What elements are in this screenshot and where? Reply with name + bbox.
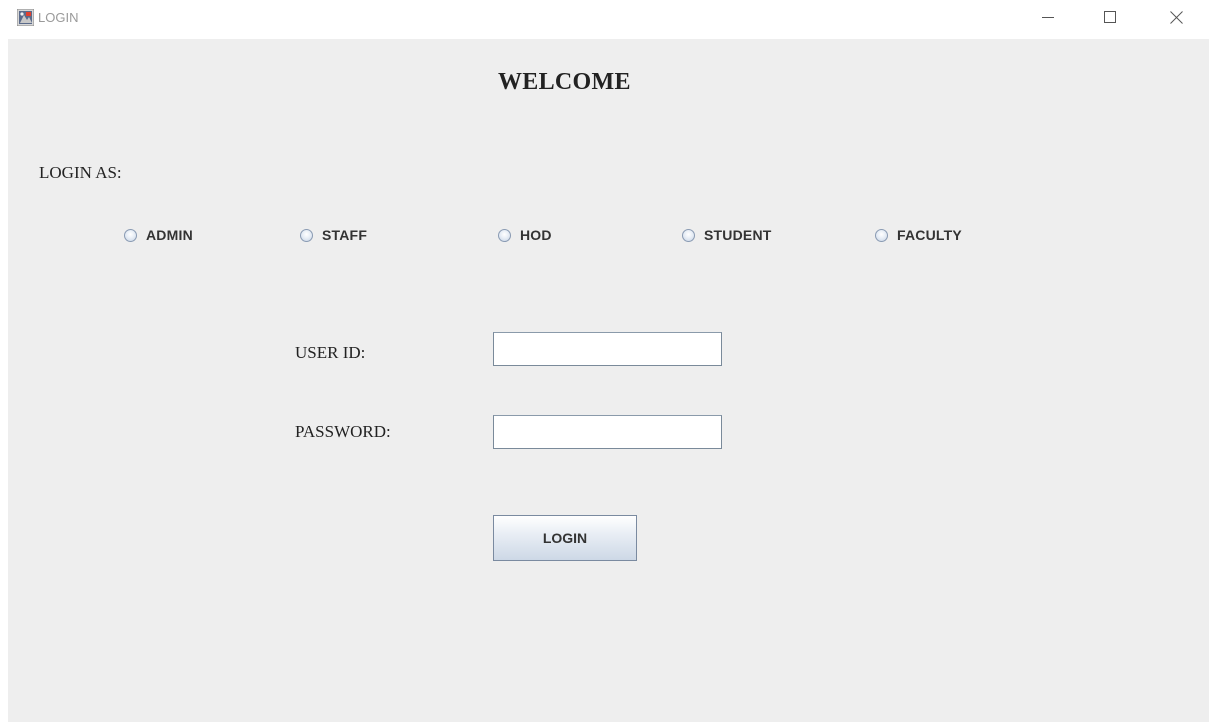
user-id-input[interactable] [493, 332, 722, 366]
radio-faculty[interactable]: FACULTY [875, 227, 962, 243]
radio-student-label: STUDENT [704, 227, 772, 243]
maximize-button[interactable] [1087, 0, 1133, 34]
login-button[interactable]: LOGIN [493, 515, 637, 561]
login-as-label: LOGIN AS: [39, 163, 122, 182]
radio-circle-icon[interactable] [875, 228, 888, 242]
radio-staff-label: STAFF [322, 227, 368, 243]
login-window: LOGIN WELCOME LOGIN AS: ADMIN STAFF HOD … [0, 0, 1209, 722]
radio-staff[interactable]: STAFF [300, 227, 367, 243]
radio-circle-icon[interactable] [498, 228, 511, 242]
user-id-label: USER ID: [295, 343, 366, 362]
radio-circle-icon[interactable] [300, 228, 313, 242]
radio-hod-label: HOD [520, 227, 552, 243]
welcome-heading: WELCOME [498, 69, 631, 95]
title-bar: LOGIN [0, 0, 1209, 38]
radio-admin[interactable]: ADMIN [124, 227, 193, 243]
radio-faculty-label: FACULTY [897, 227, 962, 243]
password-label: PASSWORD: [295, 422, 391, 441]
window-title: LOGIN [38, 10, 79, 25]
close-icon [1169, 10, 1183, 24]
radio-student[interactable]: STUDENT [682, 227, 772, 243]
radio-admin-label: ADMIN [146, 227, 193, 243]
java-app-icon [17, 9, 34, 26]
login-panel: WELCOME LOGIN AS: ADMIN STAFF HOD STUDEN… [8, 39, 1209, 722]
maximize-icon [1104, 11, 1116, 23]
radio-circle-icon[interactable] [682, 228, 695, 242]
minimize-button[interactable] [1025, 0, 1071, 34]
minimize-icon [1042, 17, 1054, 18]
radio-circle-icon[interactable] [124, 228, 137, 242]
close-button[interactable] [1153, 0, 1199, 34]
password-input[interactable] [493, 415, 722, 449]
radio-hod[interactable]: HOD [498, 227, 552, 243]
